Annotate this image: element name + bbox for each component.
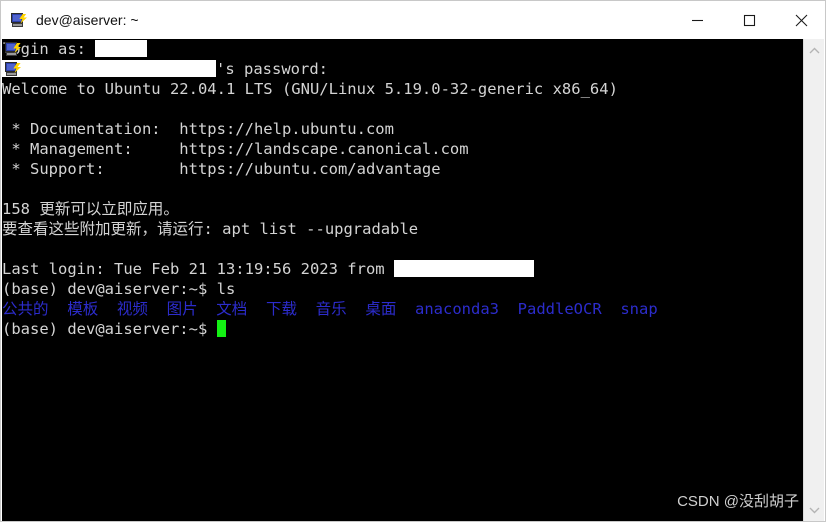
terminal-line-prompt-ls: (base) dev@aiserver:~$ ls [2, 280, 236, 298]
terminal-text-buffer: login as: 's password: Welcome to Ubuntu … [2, 39, 658, 339]
putty-computer-icon [11, 12, 28, 29]
redaction-mask [95, 40, 148, 57]
block-cursor [216, 320, 226, 337]
terminal-line-updates-count: 158 更新可以立即应用。 [2, 200, 179, 218]
ls-entry: 公共的 [2, 300, 49, 318]
titlebar-left-group: dev@aiserver: ~ [1, 1, 139, 39]
ls-entry: 音乐 [315, 300, 347, 318]
terminal-line-documentation: * Documentation: https://help.ubuntu.com [2, 120, 394, 138]
window-title: dev@aiserver: ~ [36, 12, 139, 28]
redaction-mask [393, 260, 534, 277]
terminal-line-blank-1 [2, 99, 658, 119]
ls-entry: 下载 [265, 300, 297, 318]
terminal-line-last-login: Last login: Tue Feb 21 13:19:56 2023 fro… [2, 259, 658, 279]
terminal-line-support: * Support: https://ubuntu.com/advantage [2, 160, 441, 178]
close-button[interactable] [775, 1, 825, 39]
window-titlebar: dev@aiserver: ~ [1, 1, 825, 39]
terminal-line-login-prompt: login as: [2, 39, 658, 59]
terminal-line-password-prompt: 's password: [2, 59, 658, 79]
terminal-line-text: Last login: Tue Feb 21 13:19:56 2023 fro… [2, 260, 394, 278]
terminal-line-blank-2 [2, 179, 658, 199]
terminal-scrollbar[interactable] [803, 39, 824, 521]
chevron-up-icon[interactable] [804, 41, 824, 61]
putty-computer-icon-overlay-1 [5, 41, 22, 58]
shell-prompt: (base) dev@aiserver:~$ [2, 320, 217, 338]
putty-terminal-window: dev@aiserver: ~ login as: 's password: W… [0, 0, 826, 522]
terminal-line-ls-output: 公共的 模板 视频 图片 文档 下载 音乐 桌面 anaconda3 Paddl… [2, 299, 658, 319]
terminal-line-text: 's password: [216, 60, 328, 78]
terminal-line-updates-hint: 要查看这些附加更新，请运行: apt list --upgradable [2, 220, 419, 238]
window-controls [671, 1, 825, 39]
putty-computer-icon-overlay-2 [5, 61, 22, 78]
chevron-down-icon[interactable] [804, 500, 824, 520]
terminal-line-management: * Management: https://landscape.canonica… [2, 140, 469, 158]
ls-entry: 桌面 [365, 300, 397, 318]
terminal-screen[interactable]: login as: 's password: Welcome to Ubuntu … [2, 39, 805, 521]
maximize-button[interactable] [723, 1, 775, 39]
csdn-watermark: CSDN @没刮胡子 [677, 493, 799, 510]
terminal-line-blank-3 [2, 239, 658, 259]
ls-entry: 模板 [67, 300, 99, 318]
ls-entry: 视频 [116, 300, 148, 318]
redaction-mask [2, 60, 216, 77]
ls-entry: 图片 [166, 300, 198, 318]
ls-entry: PaddleOCR [517, 300, 602, 318]
minimize-button[interactable] [671, 1, 723, 39]
terminal-line-welcome: Welcome to Ubuntu 22.04.1 LTS (GNU/Linux… [2, 80, 618, 98]
ls-entry: 文档 [216, 300, 248, 318]
terminal-line-final-prompt: (base) dev@aiserver:~$ [2, 319, 658, 339]
ls-entry: snap [620, 300, 658, 318]
ls-entry: anaconda3 [415, 300, 499, 318]
